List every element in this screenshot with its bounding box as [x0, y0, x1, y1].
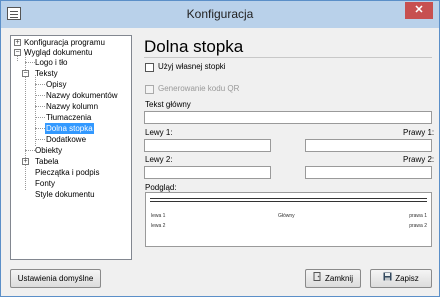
config-window: Konfiguracja ✕ + Konfiguracja programu −…: [0, 0, 440, 297]
title-divider: [144, 57, 432, 58]
defaults-button[interactable]: Ustawienia domyślne: [10, 269, 101, 288]
tree-item-nazwy-dokumentow[interactable]: Nazwy dokumentów: [46, 90, 118, 101]
tree-line: [25, 150, 35, 151]
main-text-label: Tekst główny: [145, 100, 191, 109]
door-exit-icon: [313, 270, 322, 287]
preview-right1: prawa 1: [409, 213, 427, 219]
own-footer-checkbox[interactable]: [145, 63, 154, 72]
tree-item-style-dokumentu[interactable]: Style dokumentu: [35, 189, 95, 200]
preview-label: Podgląd:: [145, 183, 177, 192]
qr-code-label[interactable]: Generowanie kodu QR: [158, 84, 239, 93]
tree-item-dodatkowe[interactable]: Dodatkowe: [46, 134, 86, 145]
tree-line: [35, 139, 45, 140]
tree-expand-icon[interactable]: +: [14, 39, 21, 46]
settings-tree[interactable]: + Konfiguracja programu − Wygląd dokumen…: [10, 35, 132, 260]
tree-item-tabela[interactable]: Tabela: [35, 156, 59, 167]
tree-item-logo-i-tlo[interactable]: Logo i tło: [35, 57, 67, 68]
tree-item-nazwy-kolumn[interactable]: Nazwy kolumn: [46, 101, 98, 112]
save-button-label: Zapisz: [395, 274, 419, 283]
floppy-disk-icon: [383, 270, 392, 287]
tree-line: [35, 117, 45, 118]
tree-item-teksty[interactable]: Teksty: [35, 68, 58, 79]
tree-item-opisy[interactable]: Opisy: [46, 79, 66, 90]
close-button[interactable]: Zamknij: [305, 269, 361, 288]
qr-code-checkbox[interactable]: [145, 85, 154, 94]
title-bar[interactable]: Konfiguracja ✕: [1, 1, 439, 28]
right1-input[interactable]: [305, 139, 432, 152]
preview-left1: lewa 1: [151, 213, 166, 219]
preview-right2: prawa 2: [409, 223, 427, 229]
preview-left2: lewa 2: [151, 223, 166, 229]
tree-expand-icon[interactable]: +: [22, 158, 29, 165]
close-button-label: Zamknij: [324, 274, 353, 283]
close-icon: ✕: [414, 4, 424, 16]
tree-line: [25, 62, 35, 63]
tree-item-dolna-stopka[interactable]: Dolna stopka: [45, 123, 94, 134]
preview-rule: [150, 198, 427, 199]
left1-input[interactable]: [144, 139, 271, 152]
left2-input[interactable]: [144, 166, 271, 179]
main-text-input[interactable]: [144, 111, 432, 124]
right2-label: Prawy 2:: [403, 155, 435, 164]
footer-preview: lewa 1 Główny prawa 1 lewa 2 prawa 2: [145, 192, 432, 247]
tree-line: [35, 84, 45, 85]
tree-collapse-icon[interactable]: −: [14, 49, 21, 56]
tree-item-obiekty[interactable]: Obiekty: [35, 145, 62, 156]
close-window-button[interactable]: ✕: [405, 2, 433, 19]
preview-rule: [150, 201, 427, 202]
tree-line: [35, 106, 45, 107]
preview-main: Główny: [278, 213, 295, 219]
tree-collapse-icon[interactable]: −: [22, 70, 29, 77]
window-title: Konfiguracja: [186, 7, 254, 21]
panel-title: Dolna stopka: [144, 37, 244, 56]
own-footer-label[interactable]: Użyj własnej stopki: [158, 62, 226, 71]
right2-input[interactable]: [305, 166, 432, 179]
tree-item-fonty[interactable]: Fonty: [35, 178, 55, 189]
tree-line: [35, 128, 45, 129]
right1-label: Prawy 1:: [403, 128, 435, 137]
left2-label: Lewy 2:: [145, 155, 173, 164]
tree-item-pieczatka-i-podpis[interactable]: Pieczątka i podpis: [35, 167, 99, 178]
save-button[interactable]: Zapisz: [370, 269, 432, 288]
left1-label: Lewy 1:: [145, 128, 173, 137]
tree-line: [35, 75, 36, 146]
tree-item-tlumaczenia[interactable]: Tłumaczenia: [46, 112, 91, 123]
tree-line: [35, 95, 45, 96]
